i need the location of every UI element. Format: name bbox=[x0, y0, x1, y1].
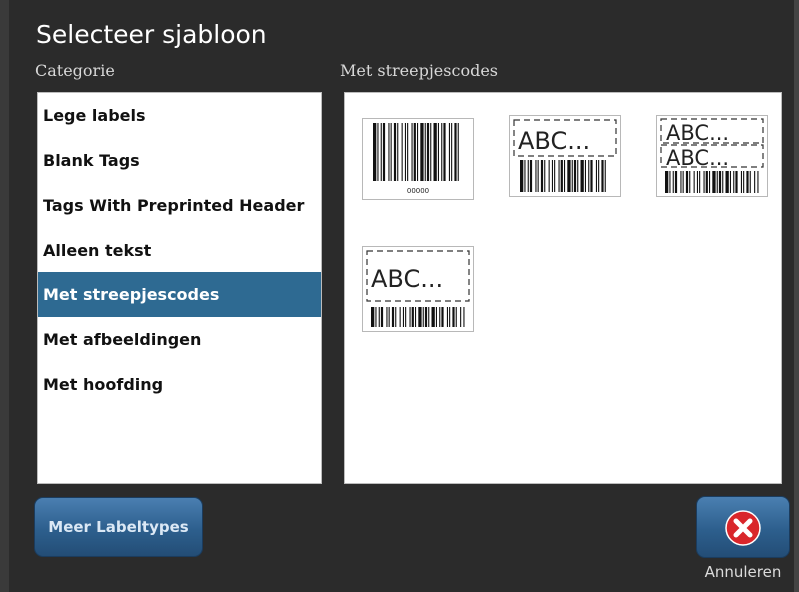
more-label-types-button[interactable]: Meer Labeltypes bbox=[34, 497, 203, 557]
window-frame-left bbox=[0, 0, 9, 592]
text-barcode-template-graphic-2: ABC... bbox=[366, 250, 470, 327]
text-barcode-template-graphic: ABC... bbox=[513, 119, 617, 192]
barcode-template-graphic: 00000 bbox=[373, 123, 459, 195]
close-x-icon bbox=[725, 510, 761, 546]
barcode-human-readable: 00000 bbox=[407, 187, 429, 195]
template-thumbnail-text-barcode[interactable]: ABC... bbox=[509, 115, 621, 197]
category-list: Lege labels Blank Tags Tags With Preprin… bbox=[37, 92, 322, 484]
two-text-barcode-template-graphic: ABC... ABC... bbox=[660, 118, 764, 193]
barcode-stripes bbox=[520, 160, 606, 192]
barcode-stripes bbox=[371, 307, 465, 327]
category-item-lege-labels[interactable]: Lege labels bbox=[38, 93, 321, 138]
category-item-met-streepjescodes[interactable]: Met streepjescodes bbox=[38, 272, 321, 317]
category-item-alleen-tekst[interactable]: Alleen tekst bbox=[38, 228, 321, 273]
text-field-placeholder-1: ABC... bbox=[666, 121, 729, 145]
category-panel-label: Categorie bbox=[35, 61, 115, 80]
barcode-stripes bbox=[665, 171, 759, 193]
category-item-met-afbeeldingen[interactable]: Met afbeeldingen bbox=[38, 317, 321, 362]
text-field-placeholder-2: ABC... bbox=[666, 146, 729, 170]
barcode-stripes bbox=[373, 123, 459, 181]
category-item-tags-with-preprinted-header[interactable]: Tags With Preprinted Header bbox=[38, 183, 321, 228]
template-thumbnail-barcode[interactable]: 00000 bbox=[362, 118, 474, 200]
dialog-title: Selecteer sjabloon bbox=[36, 20, 267, 49]
template-thumbnail-text-barcode-2[interactable]: ABC... bbox=[362, 246, 474, 332]
category-item-met-hoofding[interactable]: Met hoofding bbox=[38, 362, 321, 407]
category-item-blank-tags[interactable]: Blank Tags bbox=[38, 138, 321, 183]
window-frame-right bbox=[794, 0, 799, 592]
text-field-placeholder: ABC... bbox=[371, 265, 443, 293]
template-panel-label: Met streepjescodes bbox=[340, 61, 498, 80]
template-thumbnail-two-text-barcode[interactable]: ABC... ABC... bbox=[656, 115, 768, 197]
cancel-button[interactable] bbox=[696, 496, 790, 558]
template-selection-dialog: Selecteer sjabloon Categorie Met streepj… bbox=[0, 0, 799, 592]
text-field-placeholder: ABC... bbox=[518, 127, 590, 155]
cancel-label: Annuleren bbox=[704, 563, 782, 581]
template-grid: 00000 ABC... ABC... ABC... ABC... bbox=[344, 92, 782, 484]
